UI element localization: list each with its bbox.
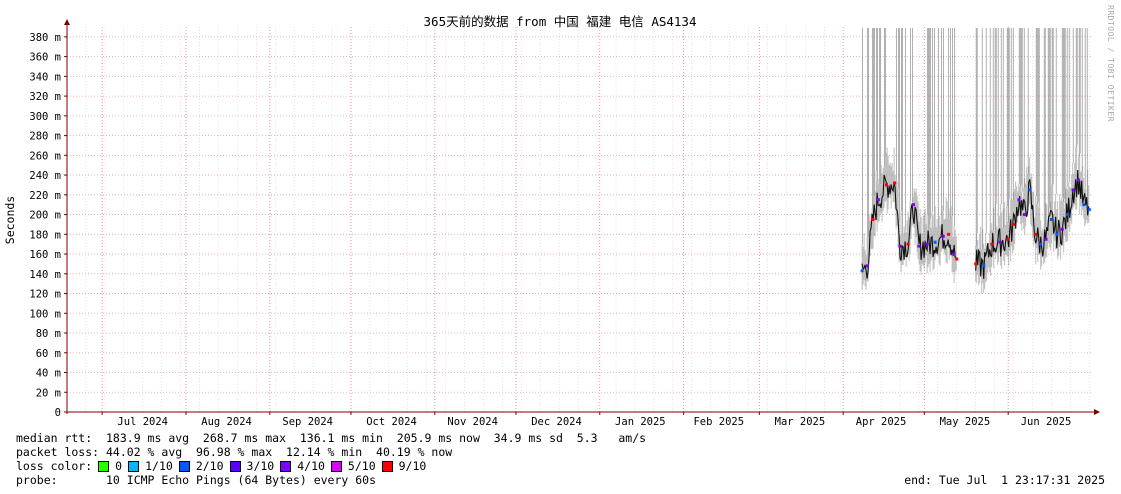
y-tick-labels: 0 20 m 40 m 60 m 80 m 100 m 120 m 140 m 160 m 180… <box>29 32 61 419</box>
median-point <box>871 218 875 221</box>
median-point <box>912 203 916 207</box>
x-tick-label: Dec 2024 <box>531 416 582 428</box>
median-point <box>1055 232 1059 236</box>
loss-swatch-label: 2/10 <box>195 459 224 473</box>
x-tick-label: Jan 2025 <box>615 416 666 428</box>
loss-swatch-label: 0 <box>115 459 123 473</box>
x-tick-label: Jul 2024 <box>117 416 168 428</box>
chart: 365天前的数据 from 中国 福建 电信 AS4134 Seconds 0 2… <box>3 14 1100 428</box>
y-tick-label: 80 m <box>36 328 61 340</box>
y-tick-label: 140 m <box>29 269 61 281</box>
x-tick-label: Jun 2025 <box>1021 416 1072 428</box>
loss-swatch <box>98 460 110 472</box>
probe-line: probe: 10 ICMP Echo Pings (64 Bytes) eve… <box>16 473 377 487</box>
x-tick-label: Aug 2024 <box>201 416 252 428</box>
median-point <box>1060 227 1064 231</box>
median-point <box>1049 218 1053 221</box>
median-point <box>982 264 986 268</box>
y-tick-label: 320 m <box>29 91 61 103</box>
y-axis-label: Seconds <box>3 196 17 244</box>
loss-swatch-label: 1/10 <box>145 459 173 473</box>
median-point <box>917 244 921 248</box>
loss-color-items: 0 1/10 2/10 3/10 4/10 5/10 9/10 <box>92 459 426 473</box>
median-point <box>1033 232 1037 236</box>
y-tick-label: 40 m <box>36 368 61 380</box>
loss-swatch-label: 9/10 <box>398 459 427 473</box>
y-tick-label: 300 m <box>29 111 61 123</box>
median-point <box>1071 188 1075 192</box>
median-point <box>1039 242 1043 246</box>
median-point <box>1006 237 1010 241</box>
loss-swatch <box>280 460 292 472</box>
median-point <box>925 242 929 246</box>
rrdtool-watermark: RRDTOOL / TOBI OETIKER <box>1106 5 1115 122</box>
median-point <box>866 264 870 268</box>
median-point <box>1066 213 1070 217</box>
x-tick-label: Apr 2025 <box>856 416 907 428</box>
axes <box>64 19 1100 415</box>
median-point <box>1076 178 1080 182</box>
y-tick-label: 60 m <box>36 348 61 360</box>
loss-swatch <box>229 460 241 472</box>
packet-loss-line: packet loss: 44.02 % avg 96.98 % max 12.… <box>16 445 453 459</box>
loss-swatch-label: 3/10 <box>246 459 275 473</box>
median-point <box>893 181 897 185</box>
y-tick-label: 360 m <box>29 52 61 64</box>
loss-swatch-label: 5/10 <box>347 459 376 473</box>
y-tick-label: 0 <box>55 407 61 419</box>
median-point <box>884 183 888 187</box>
x-tick-label: Mar 2025 <box>775 416 826 428</box>
median-point <box>1044 237 1048 241</box>
median-point <box>933 240 937 244</box>
median-point <box>1087 208 1091 212</box>
loss-color-label: loss color: <box>16 459 93 473</box>
median-point <box>1022 213 1026 217</box>
median-point <box>1012 222 1016 226</box>
x-tick-label: Feb 2025 <box>693 416 744 428</box>
loss-swatch <box>381 460 393 472</box>
x-tick-label: Nov 2024 <box>447 416 498 428</box>
y-tick-label: 100 m <box>29 308 61 320</box>
median-point <box>952 252 956 256</box>
y-tick-label: 280 m <box>29 131 61 143</box>
median-rtt-line: median rtt: 183.9 ms avg 268.7 ms max 13… <box>16 431 647 445</box>
median-point <box>990 242 994 246</box>
loss-swatch <box>178 460 190 472</box>
x-axis-arrow <box>1094 409 1100 415</box>
end-time: end: Tue Jul 1 23:17:31 2025 <box>904 473 1105 487</box>
median-point <box>955 257 959 261</box>
median-point <box>860 269 864 273</box>
y-tick-label: 160 m <box>29 249 61 261</box>
y-tick-label: 200 m <box>29 210 61 222</box>
y-tick-label: 20 m <box>36 387 61 399</box>
median-point <box>1028 188 1032 192</box>
loss-swatch <box>330 460 342 472</box>
loss-swatch-label: 4/10 <box>297 459 325 473</box>
median-point <box>876 198 880 202</box>
y-tick-label: 240 m <box>29 170 61 182</box>
median-point <box>947 232 951 236</box>
y-tick-label: 180 m <box>29 229 61 241</box>
loss-swatch <box>128 460 140 472</box>
median-point <box>998 240 1002 244</box>
x-tick-label: Oct 2024 <box>366 416 417 428</box>
median-point <box>898 244 902 248</box>
x-tick-labels: Jul 2024 Aug 2024 Sep 2024 Oct 2024 Nov 2024… <box>117 416 1071 428</box>
y-tick-label: 220 m <box>29 190 61 202</box>
y-axis-arrow <box>64 19 70 25</box>
y-tick-label: 120 m <box>29 289 61 301</box>
x-tick-label: Sep 2024 <box>282 416 333 428</box>
y-tick-label: 340 m <box>29 71 61 83</box>
grid <box>66 27 1092 413</box>
y-tick-label: 380 m <box>29 32 61 44</box>
median-point <box>1017 198 1021 202</box>
loss-color-legend: loss color: 0 1/10 2/10 3/10 4/10 5/10 9/10 <box>16 459 426 473</box>
y-tick-label: 260 m <box>29 150 61 162</box>
chart-title: 365天前的数据 from 中国 福建 电信 AS4134 <box>424 14 697 29</box>
median-point <box>974 262 978 266</box>
median-point <box>906 242 910 246</box>
median-point <box>1082 203 1086 207</box>
x-tick-label: May 2025 <box>940 416 991 428</box>
median-point <box>941 234 945 238</box>
